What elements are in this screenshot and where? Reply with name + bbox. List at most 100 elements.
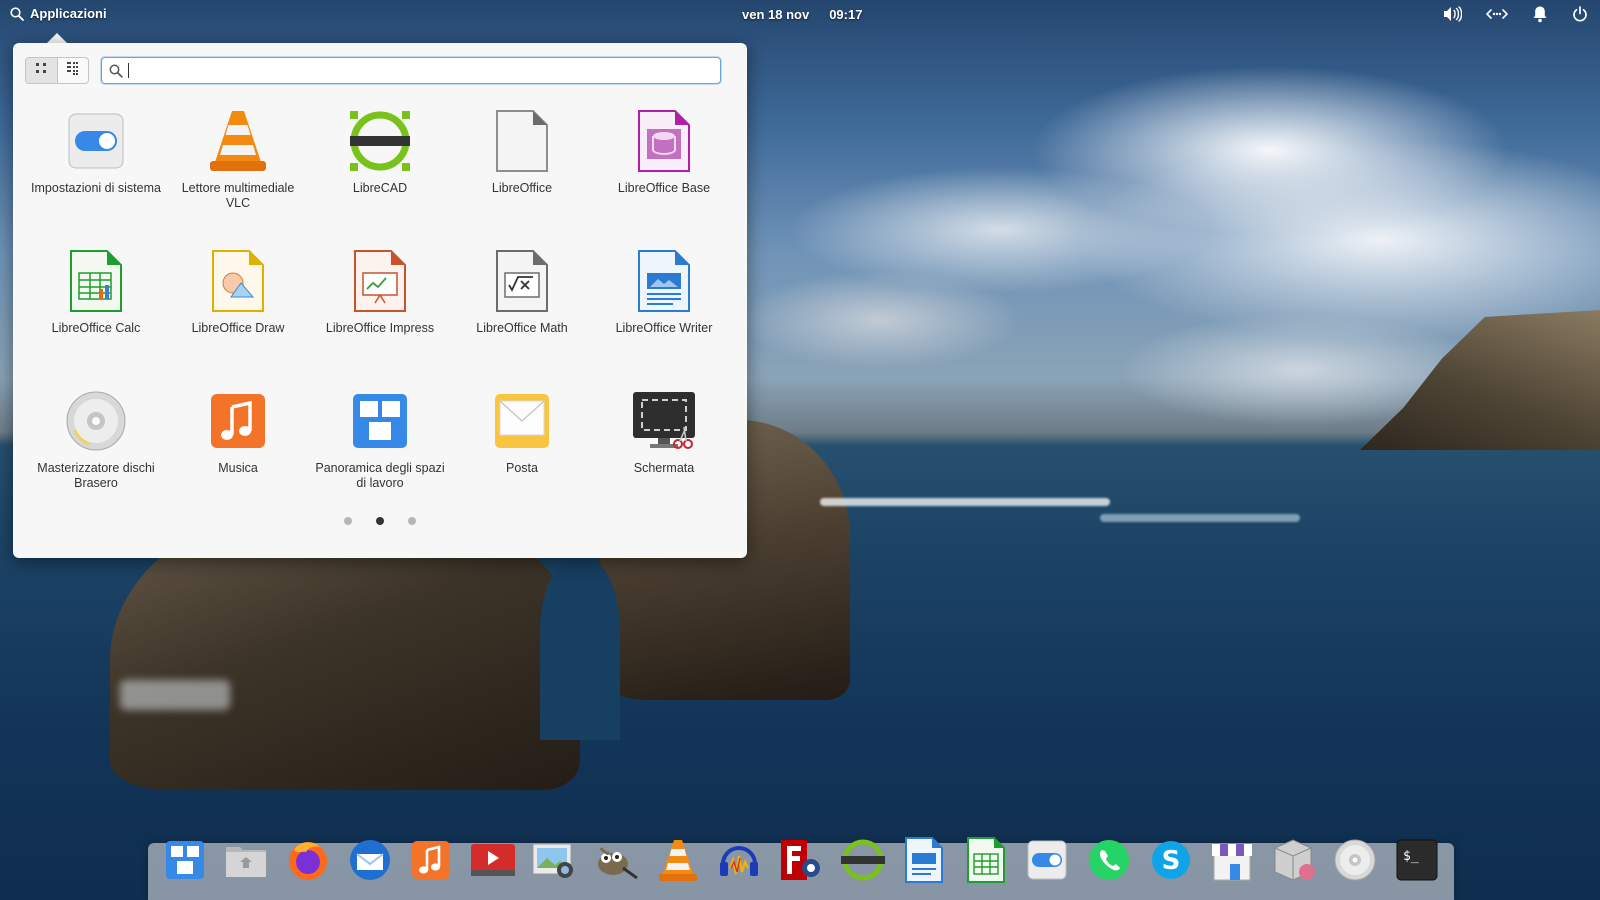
grid-view-icon [34,61,48,80]
power-icon[interactable] [1572,6,1588,22]
dock-appcenter[interactable] [1207,837,1257,887]
app-label: LibreOffice Base [617,181,711,195]
page-indicator [13,517,747,525]
dock-skype[interactable]: S [1146,837,1196,887]
gimp-icon [593,840,639,885]
top-panel: Applicazioni ven 18 nov 09:17 [0,0,1600,28]
dock-firefox[interactable] [283,837,333,887]
app-brasero[interactable]: Masterizzatore dischi Brasero [25,385,167,525]
app-screenshot[interactable]: Schermata [593,385,735,525]
notifications-icon[interactable] [1532,5,1548,23]
system-settings-icon [64,109,128,173]
page-dot[interactable] [344,517,352,525]
wallpaper-surf [1100,514,1300,522]
system-settings-icon [1027,840,1067,885]
dock-vlc[interactable] [653,837,703,887]
app-vlc[interactable]: Lettore multimediale VLC [167,105,309,245]
filezilla-icon [779,838,823,887]
text-cursor [128,63,129,78]
applications-launcher: Impostazioni di sistema Lettore multimed… [13,43,747,558]
date-label: ven 18 nov [742,7,810,22]
libreoffice-writer-icon [632,249,696,313]
app-multitasking-view[interactable]: Panoramica degli spazi di lavoro [309,385,451,525]
category-view-icon [66,61,80,80]
app-label: Schermata [633,461,695,475]
dock-thunderbird[interactable] [345,837,395,887]
dock-audacity[interactable] [714,837,764,887]
app-label: Masterizzatore dischi Brasero [37,461,155,490]
dock-whatsapp[interactable] [1084,837,1134,887]
dock-multitasking-view[interactable] [160,837,210,887]
wallpaper-cliff [1360,310,1600,450]
dock-librecad[interactable] [838,837,888,887]
dock-photos[interactable] [529,837,579,887]
page-dot-current[interactable] [376,517,384,525]
mail-icon [490,389,554,453]
category-view-button[interactable] [58,58,89,83]
music-icon [411,840,451,885]
vlc-icon [658,838,698,887]
librecad-icon [348,109,412,173]
wallpaper-surf [820,498,1110,506]
dock-libreoffice-calc[interactable] [961,836,1011,888]
system-tray [1442,5,1588,23]
dock-files[interactable] [221,837,271,887]
brasero-icon [64,389,128,453]
app-label: LibreOffice Writer [615,321,713,335]
app-mail[interactable]: Posta [451,385,593,525]
app-music[interactable]: Musica [167,385,309,525]
skype-icon: S [1149,838,1193,887]
app-label: LibreOffice [491,181,553,195]
files-icon [224,841,268,884]
dock-brasero[interactable] [1330,837,1380,887]
dock-gimp[interactable] [591,837,641,887]
app-system-settings[interactable]: Impostazioni di sistema [25,105,167,245]
dock-filezilla[interactable] [776,837,826,887]
page-dot[interactable] [408,517,416,525]
whatsapp-icon [1086,837,1132,888]
libreoffice-base-icon [632,109,696,173]
brasero-icon [1333,838,1377,887]
multitasking-view-icon [348,389,412,453]
app-label: Musica [218,461,258,475]
dock-videos[interactable] [468,837,518,887]
libreoffice-calc-icon [966,836,1005,888]
libreoffice-math-icon [490,249,554,313]
app-libreoffice-writer[interactable]: LibreOffice Writer [593,245,735,385]
libreoffice-calc-icon [64,249,128,313]
appcenter-icon [1210,838,1254,887]
app-libreoffice-base[interactable]: LibreOffice Base [593,105,735,245]
app-libreoffice-calc[interactable]: LibreOffice Calc [25,245,167,385]
app-label: Panoramica degli spazi di lavoro [315,461,445,490]
terminal-icon: $_ [1396,839,1438,886]
dock-music[interactable] [406,837,456,887]
dock-package-installer[interactable] [1269,837,1319,887]
app-label: Lettore multimediale VLC [181,181,295,210]
svg-text:S: S [1161,846,1180,876]
dock-terminal[interactable]: $_ [1392,837,1442,887]
app-libreoffice[interactable]: LibreOffice [451,105,593,245]
audacity-icon [717,838,761,887]
dock-system-settings[interactable] [1022,837,1072,887]
datetime-indicator[interactable]: ven 18 nov 09:17 [742,7,862,22]
app-label: LibreCAD [352,181,408,195]
photos-icon [531,840,577,885]
thunderbird-icon [348,838,392,887]
search-input[interactable] [101,57,721,84]
app-libreoffice-draw[interactable]: LibreOffice Draw [167,245,309,385]
music-icon [206,389,270,453]
grid-view-button[interactable] [26,58,58,83]
package-installer-icon [1271,838,1317,887]
dock: S $_ [148,836,1454,900]
app-libreoffice-math[interactable]: LibreOffice Math [451,245,593,385]
app-libreoffice-impress[interactable]: LibreOffice Impress [309,245,451,385]
app-librecad[interactable]: LibreCAD [309,105,451,245]
search-icon [10,6,24,21]
applications-menu-button[interactable]: Applicazioni [10,6,107,21]
librecad-icon [840,837,886,888]
screenshot-icon [632,389,696,453]
dock-libreoffice-writer[interactable] [899,836,949,887]
network-icon[interactable] [1486,6,1508,22]
volume-icon[interactable] [1442,6,1462,22]
app-label: Impostazioni di sistema [31,181,161,195]
